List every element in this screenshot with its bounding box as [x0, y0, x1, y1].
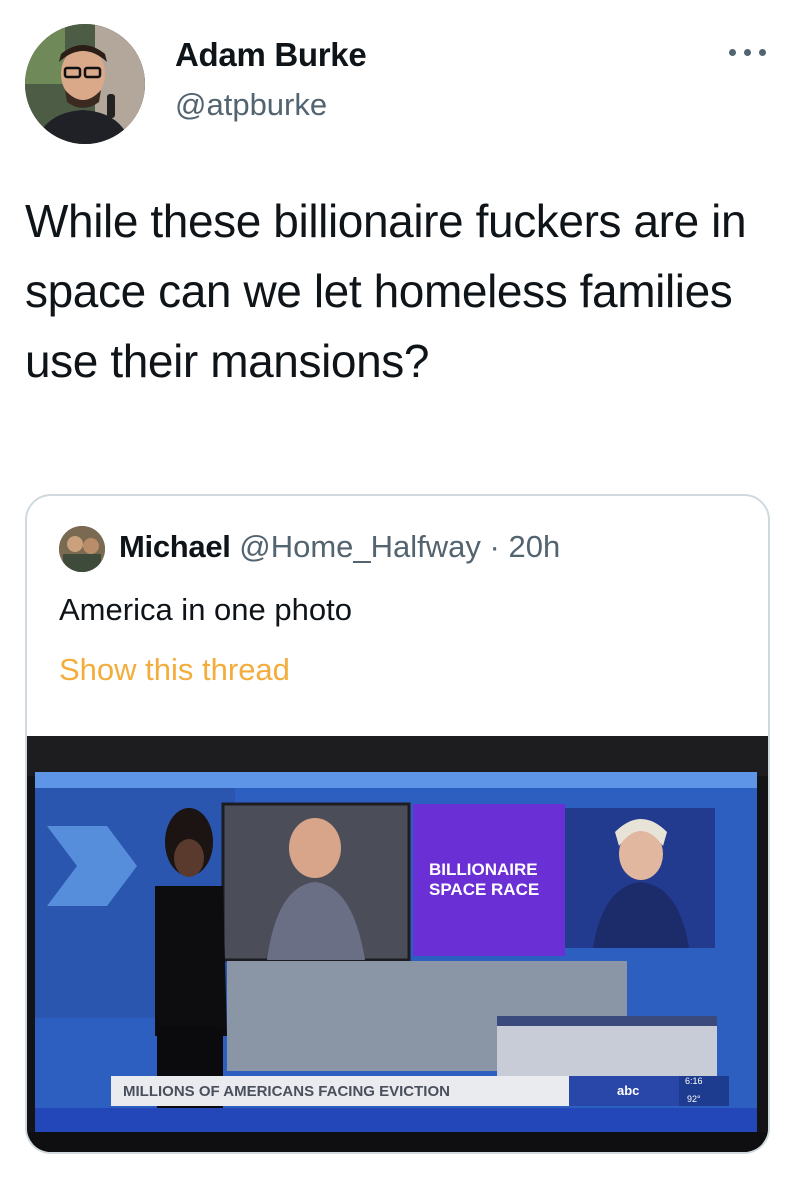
quoted-author-avatar[interactable] [59, 526, 105, 572]
tv-temperature: 92° [687, 1094, 701, 1104]
quoted-author-handle[interactable]: @Home_Halfway [239, 529, 481, 564]
news-ticker-text: MILLIONS OF AMERICANS FACING EVICTION [123, 1083, 450, 1100]
tweet: Adam Burke @atpburke While these billion… [0, 0, 798, 1182]
quoted-tweet-card[interactable]: Michael @Home_Halfway · 20h America in o… [25, 494, 770, 1154]
quoted-timestamp[interactable]: 20h [508, 529, 560, 564]
author-name[interactable]: Adam Burke [175, 36, 367, 74]
network-logo: abc [617, 1083, 640, 1098]
avatar-photo-image [25, 24, 145, 144]
headline-line: SPACE RACE [429, 880, 540, 899]
quoted-separator: · [489, 529, 500, 564]
author-avatar[interactable] [25, 24, 145, 144]
quoted-author-name[interactable]: Michael [119, 529, 231, 564]
tv-clock: 6:16 [685, 1076, 703, 1086]
headline-line: BILLIONAIRE [429, 860, 538, 879]
tweet-text: While these billionaire fuckers are in s… [25, 195, 747, 387]
quoted-photo[interactable]: BILLIONAIRE SPACE RACE MILLIONS OF AMERI… [27, 736, 768, 1152]
more-options-icon[interactable] [726, 40, 770, 64]
quoted-avatar-image [59, 526, 105, 572]
author-handle[interactable]: @atpburke [175, 87, 327, 123]
quoted-text: America in one photo [59, 592, 352, 627]
show-thread-link[interactable]: Show this thread [59, 652, 290, 688]
quoted-header: Michael @Home_Halfway · 20h [119, 529, 560, 565]
headline-box: BILLIONAIRE SPACE RACE [429, 860, 569, 900]
